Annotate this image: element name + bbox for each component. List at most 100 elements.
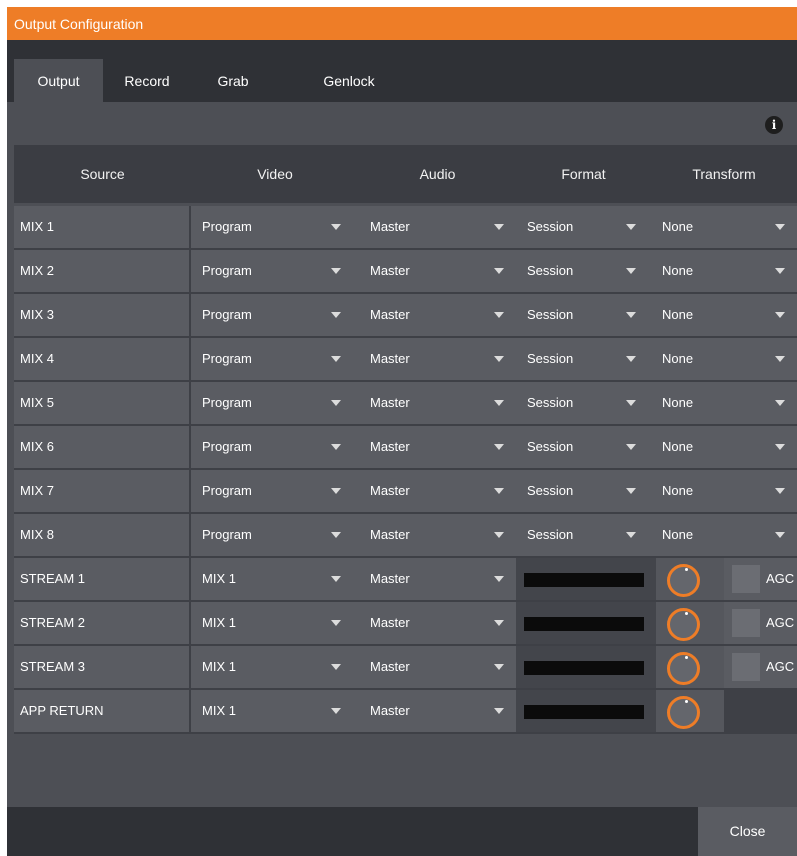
chevron-down-icon [775, 400, 785, 406]
tab-record[interactable]: Record [107, 59, 187, 102]
dropdown-value: None [662, 483, 694, 498]
transform-dropdown[interactable]: None [651, 206, 797, 248]
dropdown-value: Master [370, 571, 410, 586]
dropdown-value: Session [527, 439, 574, 454]
dropdown-value: Session [527, 351, 574, 366]
transform-dropdown[interactable]: None [651, 338, 797, 380]
chevron-down-icon [494, 708, 504, 714]
agc-checkbox[interactable] [732, 653, 760, 681]
dropdown-value: None [662, 307, 694, 322]
chevron-down-icon [494, 620, 504, 626]
dropdown-value: MIX 1 [202, 615, 236, 630]
video-dropdown[interactable]: MIX 1 [191, 558, 359, 600]
audio-dropdown[interactable]: Master [359, 206, 516, 248]
chevron-down-icon [494, 224, 504, 230]
audio-dropdown[interactable]: Master [359, 338, 516, 380]
row-source-label: STREAM 2 [14, 602, 191, 644]
chevron-down-icon [331, 576, 341, 582]
column-header-source: Source [80, 166, 125, 182]
audio-dropdown[interactable]: Master [359, 646, 516, 688]
dropdown-value: MIX 1 [202, 571, 236, 586]
transform-dropdown[interactable]: None [651, 382, 797, 424]
chevron-down-icon [775, 224, 785, 230]
audio-dropdown[interactable]: Master [359, 382, 516, 424]
agc-checkbox[interactable] [732, 609, 760, 637]
audio-dropdown[interactable]: Master [359, 426, 516, 468]
row-source-label: MIX 1 [14, 206, 191, 248]
audio-dropdown[interactable]: Master [359, 294, 516, 336]
video-dropdown[interactable]: Program [191, 470, 359, 512]
table-row: MIX 6 Program Master Session None [14, 426, 797, 470]
close-button[interactable]: Close [698, 807, 797, 856]
format-dropdown[interactable]: Session [516, 426, 651, 468]
video-dropdown[interactable]: MIX 1 [191, 690, 359, 732]
video-dropdown[interactable]: Program [191, 206, 359, 248]
gain-knob[interactable] [667, 608, 700, 641]
audio-dropdown[interactable]: Master [359, 250, 516, 292]
audio-dropdown[interactable]: Master [359, 470, 516, 512]
chevron-down-icon [775, 532, 785, 538]
dropdown-value: Master [370, 703, 410, 718]
format-dropdown[interactable]: Session [516, 382, 651, 424]
dropdown-value: Program [202, 395, 252, 410]
chevron-down-icon [331, 268, 341, 274]
dropdown-value: Session [527, 219, 574, 234]
transform-dropdown[interactable]: None [651, 250, 797, 292]
audio-dropdown[interactable]: Master [359, 690, 516, 732]
transform-dropdown[interactable]: None [651, 470, 797, 512]
chevron-down-icon [775, 356, 785, 362]
footer-bar: Close [7, 807, 797, 856]
dropdown-value: Master [370, 615, 410, 630]
chevron-down-icon [494, 488, 504, 494]
row-source-label: MIX 4 [14, 338, 191, 380]
gain-knob[interactable] [667, 696, 700, 729]
audio-dropdown[interactable]: Master [359, 602, 516, 644]
format-dropdown[interactable]: Session [516, 470, 651, 512]
video-dropdown[interactable]: Program [191, 514, 359, 556]
transform-dropdown[interactable]: None [651, 514, 797, 556]
video-dropdown[interactable]: Program [191, 426, 359, 468]
row-source-label: MIX 2 [14, 250, 191, 292]
table-row: MIX 4 Program Master Session None [14, 338, 797, 382]
tab-genlock[interactable]: Genlock [311, 59, 387, 102]
transform-dropdown[interactable]: None [651, 294, 797, 336]
video-dropdown[interactable]: MIX 1 [191, 602, 359, 644]
info-icon[interactable]: i [765, 116, 783, 134]
dropdown-value: None [662, 351, 694, 366]
chevron-down-icon [775, 312, 785, 318]
chevron-down-icon [626, 268, 636, 274]
audio-dropdown[interactable]: Master [359, 558, 516, 600]
video-dropdown[interactable]: Program [191, 382, 359, 424]
video-dropdown[interactable]: Program [191, 294, 359, 336]
dropdown-value: None [662, 219, 694, 234]
dropdown-value: Master [370, 263, 410, 278]
tab-output[interactable]: Output [14, 59, 103, 102]
transform-dropdown[interactable]: None [651, 426, 797, 468]
agc-checkbox[interactable] [732, 565, 760, 593]
format-dropdown[interactable]: Session [516, 206, 651, 248]
gain-knob[interactable] [667, 652, 700, 685]
video-dropdown[interactable]: MIX 1 [191, 646, 359, 688]
format-dropdown[interactable]: Session [516, 250, 651, 292]
table-row: MIX 7 Program Master Session None [14, 470, 797, 514]
chevron-down-icon [331, 312, 341, 318]
format-dropdown[interactable]: Session [516, 514, 651, 556]
knob-indicator-icon [685, 612, 688, 615]
format-dropdown[interactable]: Session [516, 294, 651, 336]
tab-grab[interactable]: Grab [203, 59, 263, 102]
title-bar[interactable]: Output Configuration [7, 7, 797, 40]
video-dropdown[interactable]: Program [191, 250, 359, 292]
column-header-video: Video [257, 166, 293, 182]
format-dropdown[interactable]: Session [516, 338, 651, 380]
dropdown-value: Master [370, 395, 410, 410]
chevron-down-icon [626, 532, 636, 538]
row-source-label: MIX 3 [14, 294, 191, 336]
gain-knob[interactable] [667, 564, 700, 597]
chevron-down-icon [494, 356, 504, 362]
row-source-label: STREAM 1 [14, 558, 191, 600]
chevron-down-icon [494, 664, 504, 670]
chevron-down-icon [331, 532, 341, 538]
chevron-down-icon [626, 312, 636, 318]
audio-dropdown[interactable]: Master [359, 514, 516, 556]
video-dropdown[interactable]: Program [191, 338, 359, 380]
